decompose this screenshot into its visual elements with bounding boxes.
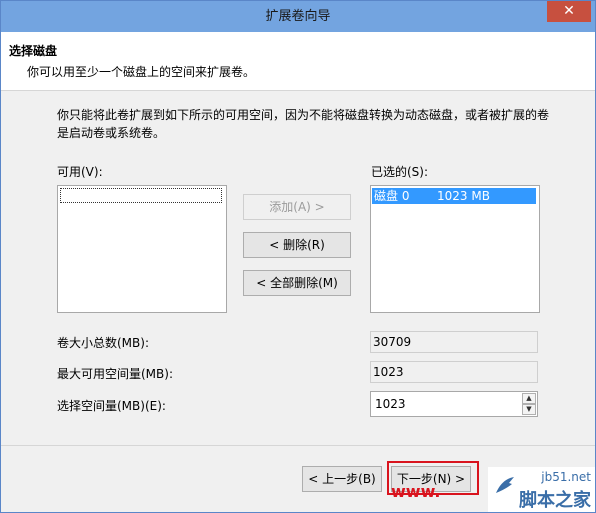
selected-label: 已选的(S):	[371, 165, 429, 179]
site-watermark: jb51.net 脚本之家	[488, 467, 595, 512]
description-text: 你只能将此卷扩展到如下所示的可用空间，因为不能将磁盘转换为动态磁盘，或者被扩展的…	[57, 106, 557, 142]
max-space-field: 1023	[370, 361, 538, 383]
max-space-label: 最大可用空间量(MB):	[57, 367, 173, 381]
available-listbox[interactable]	[57, 185, 227, 313]
close-icon[interactable]: ✕	[563, 3, 575, 19]
page-subtitle: 你可以用至少一个磁盘上的空间来扩展卷。	[27, 65, 256, 79]
watermark-text: www.	[391, 482, 441, 501]
list-item[interactable]: 磁盘 0 1023 MB	[372, 188, 536, 204]
selected-listbox[interactable]: 磁盘 0 1023 MB	[370, 185, 540, 313]
arrow-logo-icon	[496, 477, 514, 493]
remove-button[interactable]: < 删除(R)	[243, 232, 351, 258]
watermark-brand: 脚本之家	[519, 490, 591, 511]
select-space-input[interactable]: 1023	[370, 391, 538, 417]
available-label: 可用(V):	[57, 165, 103, 179]
wizard-window: 扩展卷向导 ✕ 选择磁盘 你可以用至少一个磁盘上的空间来扩展卷。 你只能将此卷扩…	[0, 0, 596, 513]
total-size-label: 卷大小总数(MB):	[57, 336, 149, 350]
watermark-site: jb51.net	[541, 470, 591, 484]
wizard-header: 选择磁盘 你可以用至少一个磁盘上的空间来扩展卷。	[1, 32, 595, 91]
page-title: 选择磁盘	[9, 44, 58, 58]
disk-size: 1023 MB	[437, 189, 490, 203]
description-line-1: 你只能将此卷扩展到如下所示的可用空间，因为不能将磁盘转换为动态磁盘，或者被扩展的…	[57, 108, 550, 122]
title-bar[interactable]: 扩展卷向导 ✕	[1, 1, 595, 32]
select-space-label: 选择空间量(MB)(E):	[57, 399, 166, 413]
remove-all-button[interactable]: < 全部删除(M)	[243, 270, 351, 296]
window-title: 扩展卷向导	[265, 9, 331, 24]
spin-down-button[interactable]: ▼	[522, 404, 536, 415]
spin-up-button[interactable]: ▲	[522, 393, 536, 404]
focus-rectangle	[60, 188, 222, 203]
total-size-field: 30709	[370, 331, 538, 353]
add-button[interactable]: 添加(A) >	[243, 194, 351, 220]
description-line-2: 是启动卷或系统卷。	[57, 126, 166, 140]
footer-divider	[1, 445, 595, 446]
disk-name: 磁盘 0	[374, 189, 410, 203]
back-button[interactable]: < 上一步(B)	[302, 466, 382, 492]
select-space-value: 1023	[375, 397, 406, 411]
close-button[interactable]: ✕	[547, 1, 591, 22]
